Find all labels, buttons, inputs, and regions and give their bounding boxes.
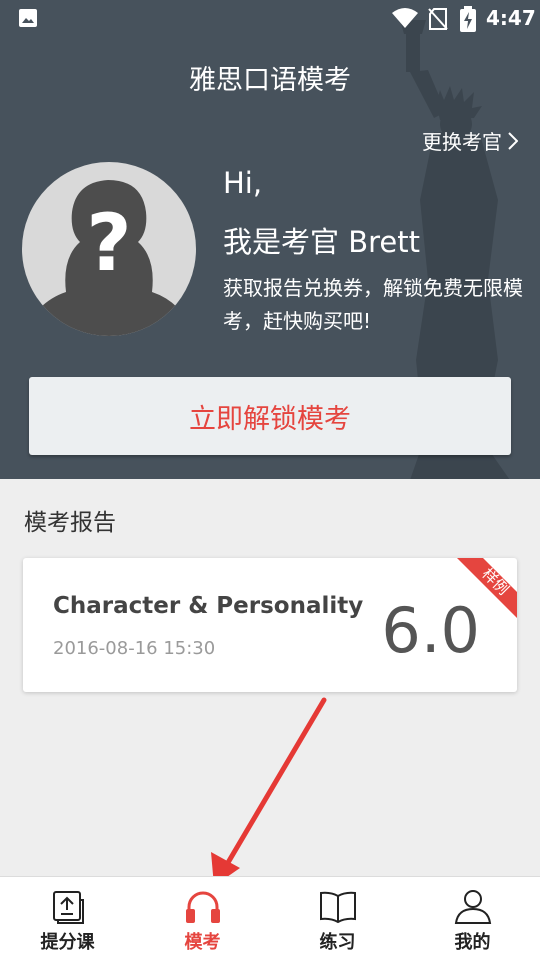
section-title: 模考报告 [24,510,116,536]
examiner-description: 获取报告兑换券，解锁免费无限模考，赶快购买吧! [223,276,523,333]
tab-mock-exam-label: 模考 [184,932,221,953]
examiner-avatar: ? [22,162,196,336]
tab-course[interactable]: 提分课 [0,877,135,961]
tab-profile-label: 我的 [454,932,491,953]
chevron-right-icon [508,131,518,150]
tab-practice-label: 练习 [319,932,356,953]
report-card[interactable]: Character & Personality 2016-08-16 15:30… [23,558,517,692]
report-topic: Character & Personality [53,593,364,619]
tab-course-label: 提分课 [40,932,95,953]
book-upload-icon [51,889,85,925]
hero-panel: 4:47 雅思口语模考 更换考官 ? Hi, 我是考官 Brett 获取报告兑换… [0,0,540,479]
wifi-icon [392,8,418,28]
change-examiner-label: 更换考官 [422,130,502,154]
change-examiner-link[interactable]: 更换考官 [422,126,518,155]
report-date: 2016-08-16 15:30 [53,638,216,659]
no-sim-icon [428,8,448,30]
battery-charging-icon [460,6,476,32]
status-bar: 4:47 [0,0,540,36]
headphones-icon [184,889,222,925]
unknown-person-icon: ? [22,180,196,336]
open-book-icon [319,889,357,925]
sample-badge: 样例 [457,558,517,618]
tab-practice[interactable]: 练习 [270,877,405,961]
unlock-mock-exam-button[interactable]: 立即解锁模考 [29,377,511,455]
tab-profile[interactable]: 我的 [405,877,540,961]
examiner-intro: 我是考官 Brett [223,225,420,259]
page-title: 雅思口语模考 [189,65,351,96]
user-icon [454,889,492,925]
tab-mock-exam[interactable]: 模考 [135,877,270,961]
image-notification-icon [19,9,37,27]
status-time: 4:47 [486,6,536,30]
bottom-tab-bar: 提分课 模考 练习 我的 [0,876,540,961]
svg-text:?: ? [86,199,131,289]
greeting-text: Hi, [223,166,263,200]
